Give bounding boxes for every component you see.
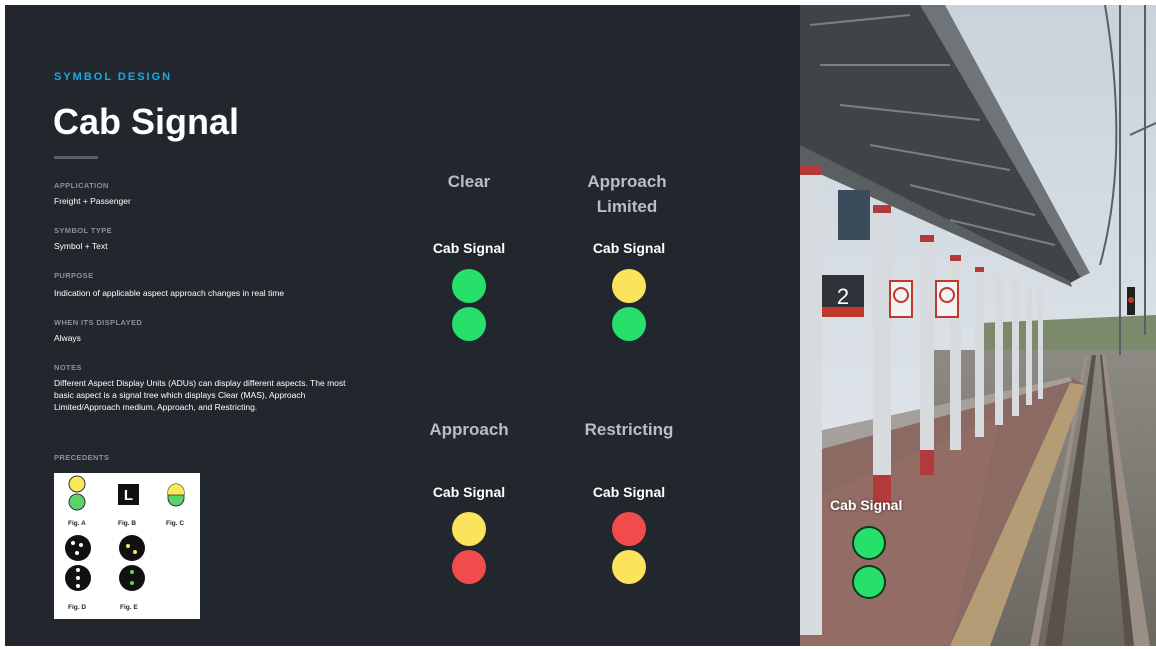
signal-restricting-caption: Cab Signal	[592, 484, 666, 500]
signal-approach-limited-lamp-top	[612, 269, 646, 303]
signal-approach-heading: Approach	[429, 420, 509, 439]
signal-restricting-heading: Restricting	[584, 420, 674, 439]
photo-signal-lamp-bottom	[852, 565, 886, 599]
application-label: APPLICATION	[54, 181, 109, 190]
signal-approach-limited-caption: Cab Signal	[592, 240, 666, 256]
when-displayed-value: Always	[54, 333, 81, 343]
precedents-illustration: L	[65, 475, 185, 591]
signal-clear-lamp-bottom	[452, 307, 486, 341]
photo-cab-signal-caption: Cab Signal	[830, 497, 903, 513]
fig-d-caption: Fig. D	[68, 604, 87, 611]
signal-clear-heading: Clear	[447, 172, 491, 191]
title-divider	[54, 156, 98, 159]
notes-value: Different Aspect Display Units (ADUs) ca…	[54, 378, 346, 412]
photo-signal-lamp-top	[852, 526, 886, 560]
symbol-type-value: Symbol + Text	[54, 241, 108, 251]
section-eyebrow: SYMBOL DESIGN	[54, 71, 173, 83]
svg-text:2: 2	[837, 284, 849, 309]
symbol-type-label: SYMBOL TYPE	[54, 226, 113, 235]
signal-approach-lamp-top	[452, 512, 486, 546]
signal-approach-limited-lamp-bottom	[612, 307, 646, 341]
signal-approach-lamp-bottom	[452, 550, 486, 584]
signal-restricting-lamp-top	[612, 512, 646, 546]
when-displayed-label: WHEN ITS DISPLAYED	[54, 318, 143, 327]
fig-a-caption: Fig. A	[68, 520, 86, 527]
signal-approach-caption: Cab Signal	[432, 484, 506, 500]
precedents-label: PRECEDENTS	[54, 453, 110, 462]
signal-clear-caption: Cab Signal	[432, 240, 506, 256]
fig-b-caption: Fig. B	[118, 520, 137, 527]
signal-approach-limited-heading: Approach Limited	[587, 172, 667, 216]
notes-label: NOTES	[54, 363, 82, 372]
svg-text:L: L	[124, 487, 133, 504]
signal-clear-lamp-top	[452, 269, 486, 303]
fig-c-caption: Fig. C	[166, 520, 185, 527]
signal-restricting-lamp-bottom	[612, 550, 646, 584]
purpose-value: Indication of applicable aspect approach…	[54, 288, 285, 298]
application-value: Freight + Passenger	[54, 196, 131, 206]
fig-e-caption: Fig. E	[120, 604, 138, 611]
precedents-figure: L Fig. A Fig. B Fig. C Fig. D Fig. E	[54, 473, 200, 619]
slide-panel: SYMBOL DESIGN Cab Signal APPLICATION Fre…	[5, 5, 800, 646]
platform-photo: 2 Cab Signal	[800, 5, 1156, 646]
purpose-label: PURPOSE	[54, 271, 94, 280]
page-title: Cab Signal	[53, 101, 240, 142]
